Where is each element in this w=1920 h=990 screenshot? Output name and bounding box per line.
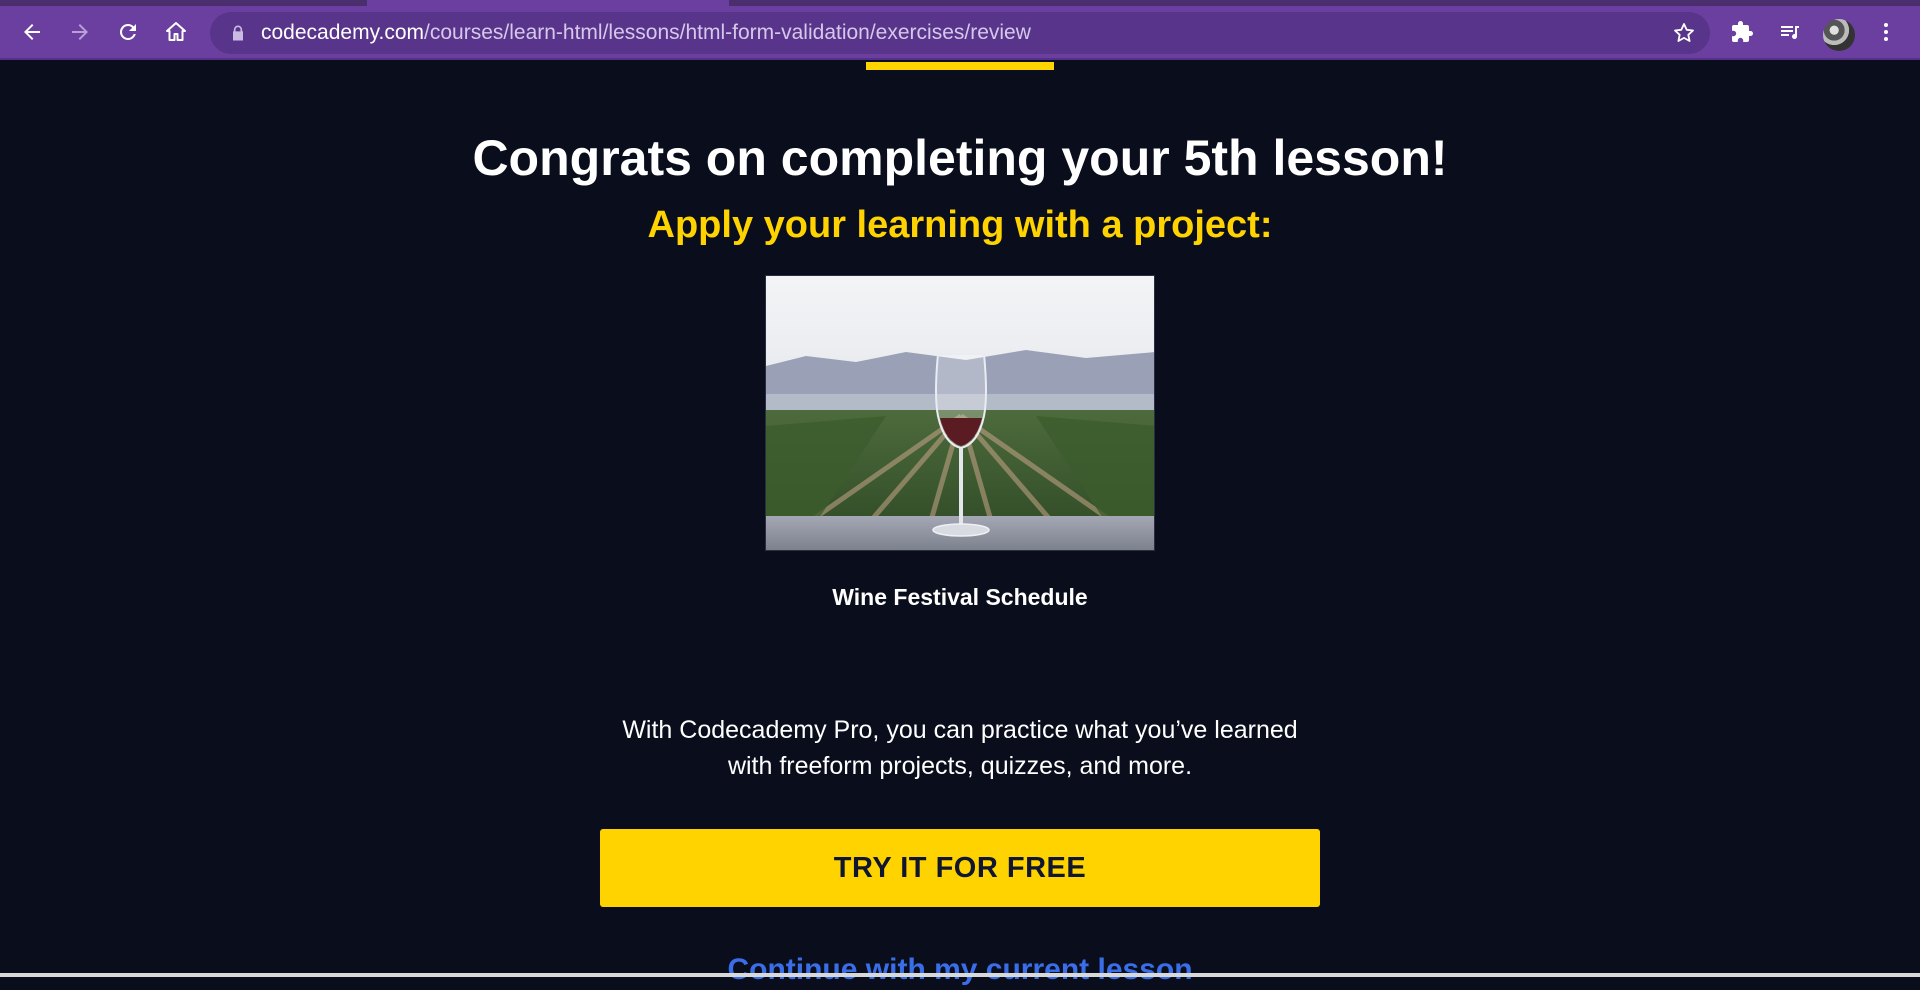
url-text[interactable]: codecademy.com/courses/learn-html/lesson… <box>261 12 1031 54</box>
window-bottom-edge <box>0 973 1920 977</box>
project-card[interactable] <box>765 275 1155 551</box>
address-bar[interactable]: codecademy.com/courses/learn-html/lesson… <box>210 12 1710 54</box>
home-button[interactable] <box>156 12 196 52</box>
lock-icon[interactable] <box>228 23 248 43</box>
continue-lesson-link[interactable]: Continue with my current lesson <box>0 950 1920 990</box>
browser-menu-button[interactable] <box>1866 12 1906 52</box>
star-icon[interactable] <box>1672 21 1696 45</box>
lesson-complete-page: Congrats on completing your 5th lesson! … <box>0 62 1920 986</box>
pro-description: With Codecademy Pro, you can practice wh… <box>560 712 1360 784</box>
back-button[interactable] <box>12 12 52 52</box>
page-title: Congrats on completing your 5th lesson! <box>472 130 1448 186</box>
forward-arrow-icon <box>72 24 88 40</box>
kebab-menu-icon <box>1884 23 1888 41</box>
try-it-free-button[interactable]: TRY IT FOR FREE <box>600 829 1320 907</box>
forward-button[interactable] <box>60 12 100 52</box>
profile-avatar[interactable] <box>1823 19 1855 51</box>
browser-toolbar: codecademy.com/courses/learn-html/lesson… <box>0 6 1920 60</box>
wine-vineyard-illustration <box>766 276 1154 550</box>
back-arrow-icon <box>24 24 40 40</box>
progress-accent-bar <box>866 62 1054 70</box>
home-icon <box>166 22 186 41</box>
playlist-icon <box>1781 26 1799 39</box>
url-host: codecademy.com <box>261 21 425 44</box>
project-image[interactable] <box>765 275 1155 551</box>
media-control-button[interactable] <box>1770 12 1810 52</box>
pro-description-line-2: with freeform projects, quizzes, and mor… <box>727 752 1193 780</box>
pro-description-line-1: With Codecademy Pro, you can practice wh… <box>622 716 1298 744</box>
reload-icon <box>119 23 136 40</box>
puzzle-icon <box>1732 21 1753 42</box>
project-prompt: Apply your learning with a project: <box>647 204 1273 246</box>
url-path: /courses/learn-html/lessons/html-form-va… <box>424 21 1031 44</box>
project-title[interactable]: Wine Festival Schedule <box>0 582 1920 612</box>
extensions-button[interactable] <box>1722 12 1762 52</box>
reload-button[interactable] <box>108 12 148 52</box>
